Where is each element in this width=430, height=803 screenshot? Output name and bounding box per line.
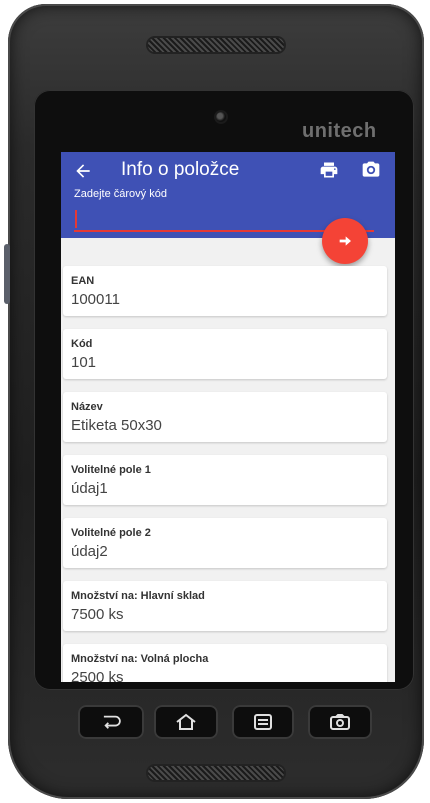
nav-home-button[interactable] (154, 705, 218, 739)
card-label: EAN (71, 275, 95, 287)
card-value: 101 (71, 354, 97, 371)
card-value: 7500 ks (71, 606, 124, 623)
card-optional-2: Volitelné pole 2 údaj2 (63, 518, 387, 568)
page-title: Info o položce (121, 159, 240, 180)
barcode-input-label: Zadejte čárový kód (74, 188, 167, 200)
nav-menu-button[interactable] (232, 705, 294, 739)
card-stock-free: Množství na: Volná plocha 2500 ks (63, 644, 387, 682)
camera-icon[interactable] (361, 160, 381, 180)
menu-icon (254, 714, 272, 730)
card-value: Etiketa 50x30 (71, 417, 162, 434)
back-icon (103, 715, 121, 729)
card-value: 2500 ks (71, 669, 124, 682)
card-label: Množství na: Hlavní sklad (71, 590, 205, 602)
card-name: Název Etiketa 50x30 (63, 392, 387, 442)
submit-barcode-button[interactable] (322, 218, 368, 264)
home-icon (176, 713, 196, 730)
card-label: Volitelné pole 2 (71, 527, 151, 539)
camera-icon (330, 714, 350, 730)
text-cursor (75, 210, 77, 228)
nav-back-button[interactable] (78, 705, 144, 739)
card-value: údaj2 (71, 543, 108, 560)
arrow-right-icon (339, 236, 351, 246)
printer-icon[interactable] (319, 160, 339, 180)
card-stock-main: Množství na: Hlavní sklad 7500 ks (63, 581, 387, 631)
card-value: údaj1 (71, 480, 108, 497)
card-label: Kód (71, 338, 93, 350)
nav-camera-button[interactable] (308, 705, 372, 739)
card-label: Název (71, 401, 103, 413)
card-ean: EAN 100011 (63, 266, 387, 316)
bottom-speaker-grille (148, 766, 284, 780)
top-speaker-grille (148, 38, 284, 52)
app-screen: Info o položce Zadejte čárový kód EAN 10… (61, 152, 395, 682)
brand-logo: unitech (302, 120, 377, 142)
card-optional-1: Volitelné pole 1 údaj1 (63, 455, 387, 505)
card-code: Kód 101 (63, 329, 387, 379)
card-value: 100011 (71, 291, 120, 308)
card-label: Množství na: Volná plocha (71, 653, 209, 665)
card-label: Volitelné pole 1 (71, 464, 151, 476)
arrow-left-icon[interactable] (73, 161, 93, 181)
front-camera (216, 112, 226, 122)
